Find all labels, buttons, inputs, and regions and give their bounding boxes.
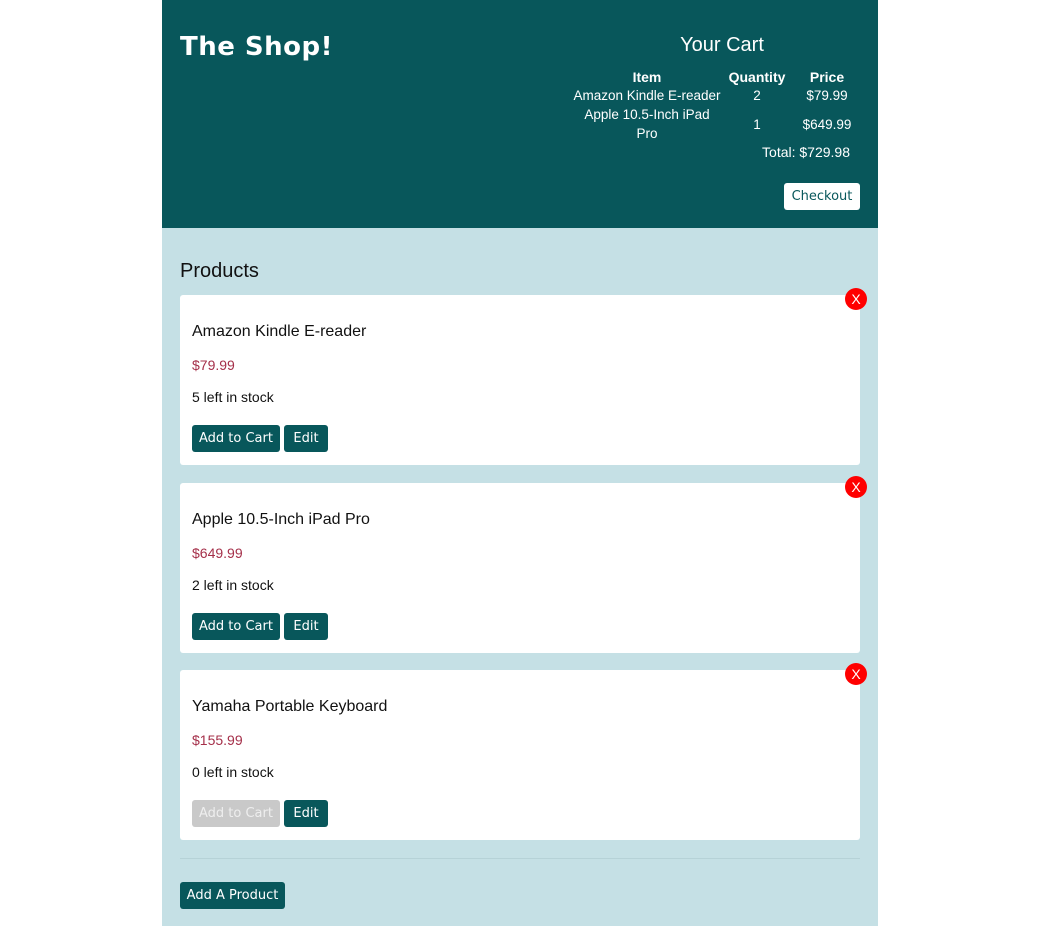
- product-card: Amazon Kindle E-reader $79.99 5 left in …: [180, 288, 867, 465]
- add-product-button[interactable]: Add A Product: [180, 882, 285, 909]
- cart-row-price: $649.99: [802, 116, 852, 132]
- product-name: Yamaha Portable Keyboard: [192, 698, 388, 715]
- cart-column-price: Price: [809, 69, 845, 85]
- add-to-cart-button[interactable]: Add to Cart: [192, 425, 280, 452]
- cart-row: Apple 10.5-Inch iPad Pro 1 $649.99: [572, 105, 862, 143]
- edit-product-button[interactable]: Edit: [284, 800, 328, 827]
- cart-summary: Your Cart Item Quantity Price Amazon Kin…: [572, 32, 862, 160]
- cart-total: Total: $729.98: [762, 144, 850, 160]
- product-stock: 0 left in stock: [192, 764, 274, 780]
- checkout-button[interactable]: Checkout: [784, 183, 860, 210]
- add-to-cart-button[interactable]: Add to Cart: [192, 613, 280, 640]
- product-stock: 2 left in stock: [192, 577, 274, 593]
- add-to-cart-button-disabled: Add to Cart: [192, 800, 280, 827]
- cart-row-item: Amazon Kindle E-reader: [573, 88, 721, 103]
- edit-product-button[interactable]: Edit: [284, 613, 328, 640]
- product-stock: 5 left in stock: [192, 389, 274, 405]
- product-card: Apple 10.5-Inch iPad Pro $649.99 2 left …: [180, 476, 867, 653]
- cart-row-quantity: 1: [753, 116, 761, 132]
- cart-row-quantity: 2: [753, 88, 761, 103]
- delete-product-button[interactable]: X: [845, 288, 867, 310]
- cart-column-quantity: Quantity: [728, 69, 786, 85]
- cart-row: Amazon Kindle E-reader 2 $79.99: [572, 86, 862, 105]
- product-price: $649.99: [192, 545, 243, 561]
- product-name: Amazon Kindle E-reader: [192, 323, 367, 340]
- cart-header-row: Item Quantity Price: [572, 68, 862, 86]
- edit-product-button[interactable]: Edit: [284, 425, 328, 452]
- cart-row-price: $79.99: [806, 88, 848, 103]
- cart-title: Your Cart: [680, 34, 764, 56]
- products-heading: Products: [180, 260, 259, 282]
- product-price: $155.99: [192, 732, 243, 748]
- product-card: Yamaha Portable Keyboard $155.99 0 left …: [180, 663, 867, 840]
- product-name: Apple 10.5-Inch iPad Pro: [192, 511, 370, 528]
- cart-column-item: Item: [632, 69, 662, 85]
- divider: [180, 858, 860, 859]
- cart-table: Item Quantity Price Amazon Kindle E-read…: [572, 68, 862, 143]
- product-price: $79.99: [192, 357, 235, 373]
- site-header: The Shop! Your Cart Item Quantity Price …: [162, 0, 878, 228]
- app-container: The Shop! Your Cart Item Quantity Price …: [162, 0, 878, 926]
- shop-title: The Shop!: [180, 32, 333, 62]
- cart-row-item: Apple 10.5-Inch iPad Pro: [584, 107, 710, 141]
- delete-product-button[interactable]: X: [845, 663, 867, 685]
- delete-product-button[interactable]: X: [845, 476, 867, 498]
